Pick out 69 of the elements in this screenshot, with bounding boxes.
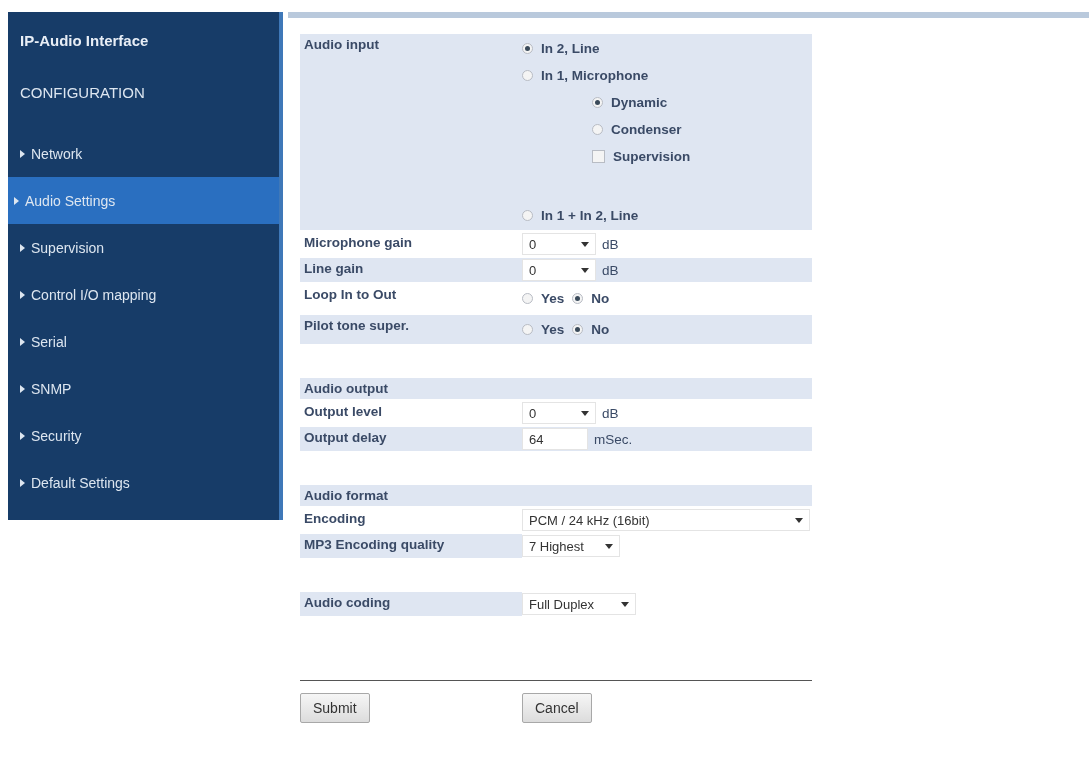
submit-button[interactable]: Submit (300, 693, 370, 723)
nav-item[interactable]: Supervision (8, 224, 279, 271)
cancel-button[interactable]: Cancel (522, 693, 592, 723)
option-label: Condenser (611, 122, 682, 137)
nav-item[interactable]: Control I/O mapping (8, 271, 279, 318)
triangle-icon (20, 149, 25, 158)
field-label: Pilot tone super. (304, 318, 409, 333)
nav-item[interactable]: Network (8, 130, 279, 177)
section-header: Audio output (300, 378, 812, 399)
section-header: Audio format (300, 485, 812, 506)
field-label: Encoding (304, 511, 366, 526)
field-label: Output level (304, 404, 382, 419)
caret-icon (581, 241, 589, 247)
radio-button[interactable] (522, 210, 533, 221)
triangle-icon (20, 290, 25, 299)
triangle-icon (20, 243, 25, 252)
option-label: No (591, 322, 610, 337)
field-label: Line gain (304, 261, 364, 276)
dropdown[interactable]: 0 (522, 233, 596, 255)
nav-item[interactable]: Default Settings (8, 459, 279, 506)
radio-button[interactable] (522, 43, 533, 54)
radio-button[interactable] (522, 293, 533, 304)
nav-item[interactable]: Security (8, 412, 279, 459)
nav-item[interactable]: Audio Settings (8, 177, 279, 224)
section-heading: CONFIGURATION (19, 84, 146, 103)
field-label: Output delay (304, 430, 387, 445)
field-label: Audio coding (304, 595, 391, 610)
triangle-icon (20, 384, 25, 393)
radio-button[interactable] (522, 70, 533, 81)
nav-item[interactable]: SNMP (8, 365, 279, 412)
radio-button[interactable] (592, 124, 603, 135)
triangle-icon (20, 478, 25, 487)
input-field[interactable]: 64 (522, 428, 588, 450)
caret-icon (581, 267, 589, 273)
option-label: Yes (541, 322, 565, 337)
radio-button[interactable] (572, 324, 584, 335)
unit-label: mSec. (594, 431, 633, 447)
unit-label: dB (602, 262, 619, 278)
field-label: Loop In to Out (304, 287, 397, 302)
caret-icon (621, 601, 629, 607)
dropdown[interactable]: 7 Highest (522, 535, 620, 557)
caret-icon (605, 543, 613, 549)
radio-button[interactable] (522, 324, 533, 335)
radio-button[interactable] (592, 97, 603, 108)
dropdown[interactable]: 0 (522, 402, 596, 424)
field-label: Microphone gain (304, 235, 412, 250)
triangle-icon (20, 431, 25, 440)
app-title: IP-Audio Interface (19, 32, 150, 51)
caret-icon (795, 517, 803, 523)
option-label: No (591, 291, 610, 306)
checkbox[interactable] (592, 150, 605, 163)
dropdown[interactable]: Full Duplex (522, 593, 636, 615)
dropdown[interactable]: 0 (522, 259, 596, 281)
field-label: Audio input (304, 37, 379, 52)
field-label: MP3 Encoding quality (304, 537, 445, 552)
radio-button[interactable] (572, 293, 584, 304)
dropdown[interactable]: PCM / 24 kHz (16bit) (522, 509, 810, 531)
unit-label: dB (602, 236, 619, 252)
option-label: In 1 + In 2, Line (541, 208, 639, 223)
option-label: In 2, Line (541, 41, 600, 56)
option-label: Dynamic (611, 95, 668, 110)
unit-label: dB (602, 405, 619, 421)
caret-icon (581, 410, 589, 416)
option-label: In 1, Microphone (541, 68, 649, 83)
option-label: Supervision (613, 149, 691, 164)
option-label: Yes (541, 291, 565, 306)
triangle-icon (20, 337, 25, 346)
nav-item[interactable]: Serial (8, 318, 279, 365)
triangle-icon (14, 196, 19, 205)
